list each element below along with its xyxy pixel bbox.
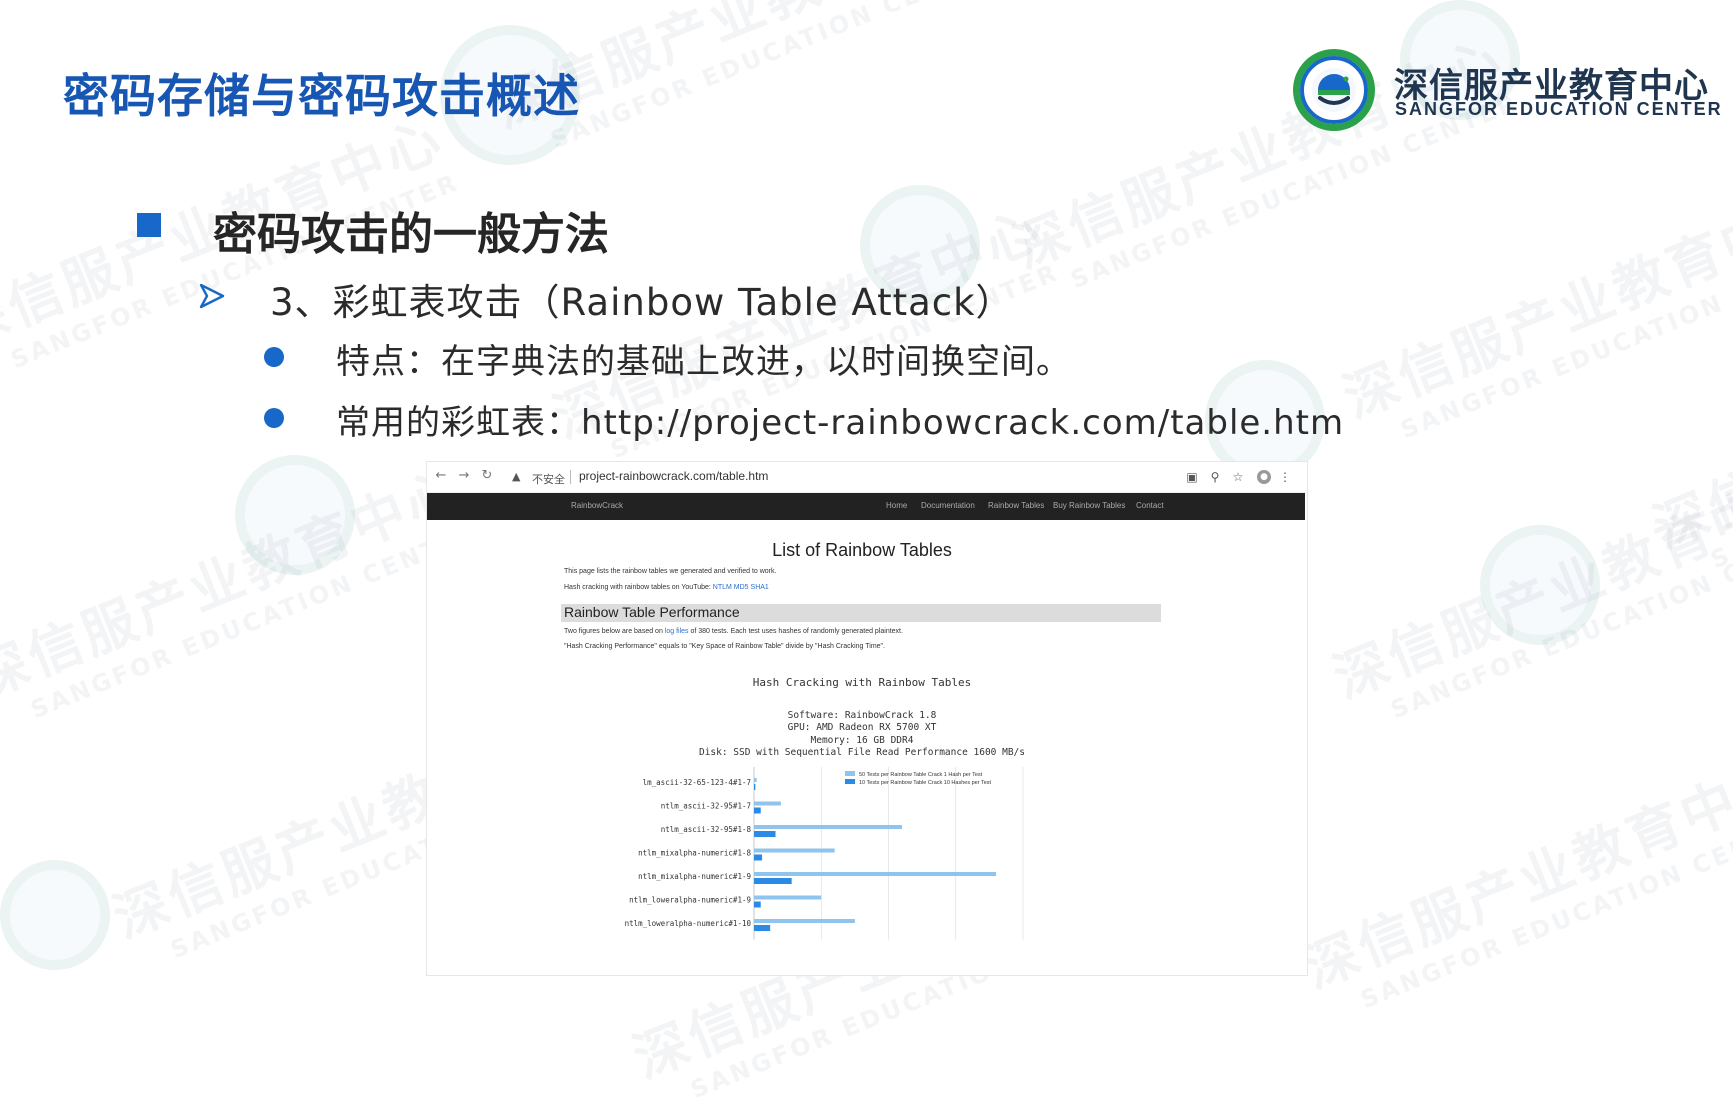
watermark-text: 深信服产业教育中心SANGFOR EDUCATION CENTER bbox=[1334, 176, 1733, 445]
nav-link-home[interactable]: Home bbox=[886, 501, 907, 510]
page-heading: List of Rainbow Tables bbox=[772, 540, 952, 560]
star-icon[interactable]: ☆ bbox=[1231, 470, 1245, 484]
menu-icon[interactable]: ⋮ bbox=[1278, 470, 1292, 484]
chart-spec-disk: Disk: SSD with Sequential File Read Perf… bbox=[698, 747, 1025, 758]
watermark-text: 深信服产业教育中心SANGFOR EDUCATION CENTER bbox=[0, 456, 484, 725]
chart-category-label: ntlm_loweralpha-numeric#1-9 bbox=[629, 896, 751, 905]
forward-icon[interactable]: → bbox=[456, 468, 472, 484]
address-separator bbox=[570, 470, 571, 484]
chart-bar bbox=[754, 919, 855, 923]
url-input[interactable]: project-rainbowcrack.com/table.htm bbox=[579, 469, 768, 483]
perf-definition: "Hash Cracking Performance" equals to "K… bbox=[564, 643, 885, 650]
performance-chart: lm_ascii-32-65-123-4#1-7 ntlm_ascii-32-95… bbox=[625, 767, 1024, 940]
chart-bar bbox=[754, 872, 997, 876]
bullet-dot bbox=[264, 347, 284, 367]
legend-label: 50 Tests per Rainbow Table Crack 1 Hash … bbox=[859, 772, 983, 778]
site-brand[interactable]: RainbowCrack bbox=[571, 501, 623, 510]
slide-title: 密码存储与密码攻击概述 bbox=[63, 69, 580, 123]
section-heading: 密码攻击的一般方法 bbox=[213, 209, 609, 260]
chart-bar bbox=[754, 925, 771, 931]
zoom-icon[interactable]: ⚲ bbox=[1208, 470, 1222, 484]
log-files-link[interactable]: log files bbox=[665, 628, 689, 635]
nav-link-buy-rainbow-tables[interactable]: Buy Rainbow Tables bbox=[1053, 501, 1125, 510]
chart-category-label: ntlm_mixalpha-numeric#1-8 bbox=[638, 849, 751, 858]
section-heading-performance: Rainbow Table Performance bbox=[564, 604, 740, 620]
chart-category-label: ntlm_loweralpha-numeric#1-10 bbox=[625, 919, 752, 928]
bullet-dot bbox=[264, 408, 284, 428]
insecure-label[interactable]: 不安全 bbox=[532, 471, 565, 487]
translate-icon[interactable]: ▣ bbox=[1185, 470, 1199, 484]
youtube-prefix: Hash cracking with rainbow tables on You… bbox=[564, 584, 711, 591]
legend-swatch bbox=[845, 771, 855, 776]
watermark-text: 深信服产业教育中心SANGFOR EDUCATION CENTER bbox=[1644, 306, 1733, 575]
chart-bar bbox=[754, 878, 792, 884]
chart-bar bbox=[754, 784, 756, 790]
reload-icon[interactable]: ↻ bbox=[479, 468, 495, 484]
youtube-links[interactable]: NTLM MD5 SHA1 bbox=[713, 584, 769, 591]
sub-heading: 3、彩虹表攻击（Rainbow Table Attack） bbox=[270, 281, 1014, 324]
perf-suffix: of 380 tests. Each test uses hashes of r… bbox=[690, 628, 903, 635]
nav-link-rainbow-tables[interactable]: Rainbow Tables bbox=[988, 501, 1044, 510]
logo-name-en: SANGFOR EDUCATION CENTER bbox=[1395, 99, 1723, 119]
watermark-text: 深信服产业教育中心SANGFOR EDUCATION CENTER bbox=[1324, 456, 1733, 725]
chart-bar bbox=[754, 778, 757, 782]
watermark-text: 深信服产业教育中心SANGFOR EDUCATION CENTER bbox=[1294, 746, 1733, 1015]
sangfor-badge-icon bbox=[1293, 49, 1375, 131]
browser-address-bar: ← → ↻ ▲ 不安全 project-rainbowcrack.com/tab… bbox=[427, 462, 1307, 493]
chart-bar bbox=[754, 895, 822, 900]
legend-swatch bbox=[845, 779, 855, 784]
chart-title: Hash Cracking with Rainbow Tables bbox=[752, 676, 972, 689]
perf-note: Two figures below are based on log files… bbox=[564, 628, 903, 635]
chart-bar bbox=[754, 848, 835, 853]
watermark-logo-icon bbox=[1480, 525, 1600, 645]
chart-spec-gpu: GPU: AMD Radeon RX 5700 XT bbox=[787, 722, 937, 733]
chart-bar bbox=[754, 807, 761, 814]
intro-text: This page lists the rainbow tables we ge… bbox=[564, 568, 777, 575]
legend-label: 10 Tests per Rainbow Table Crack 10 Hash… bbox=[859, 780, 992, 786]
perf-prefix: Two figures below are based on bbox=[564, 628, 663, 635]
chart-spec-memory: Memory: 16 GB DDR4 bbox=[810, 735, 914, 746]
youtube-text: Hash cracking with rainbow tables on You… bbox=[564, 584, 769, 591]
chart-category-label: ntlm_mixalpha-numeric#1-9 bbox=[638, 872, 751, 881]
warning-icon[interactable]: ▲ bbox=[512, 470, 520, 483]
chart-category-label: lm_ascii-32-65-123-4#1-7 bbox=[643, 778, 751, 787]
chart-bar bbox=[754, 854, 763, 861]
site-navbar: RainbowCrack Home Documentation Rainbow … bbox=[427, 493, 1305, 520]
arrow-bullet-icon bbox=[199, 283, 225, 309]
nav-link-contact[interactable]: Contact bbox=[1136, 501, 1164, 510]
nav-link-documentation[interactable]: Documentation bbox=[921, 501, 975, 510]
profile-icon[interactable]: ● bbox=[1257, 470, 1271, 484]
watermark-logo-icon bbox=[0, 860, 110, 970]
bullet-text-features: 特点：在字典法的基础上改进，以时间换空间。 bbox=[336, 342, 1071, 382]
back-icon[interactable]: ← bbox=[433, 468, 449, 484]
bullet-text-rainbow-url: 常用的彩虹表：http://project-rainbowcrack.com/t… bbox=[336, 403, 1345, 443]
browser-screenshot: ← → ↻ ▲ 不安全 project-rainbowcrack.com/tab… bbox=[427, 462, 1307, 975]
chart-bar bbox=[754, 801, 781, 806]
chart-bar bbox=[754, 901, 761, 908]
chart-category-label: ntlm_ascii-32-95#1-7 bbox=[661, 802, 751, 811]
watermark-logo-icon bbox=[235, 455, 355, 575]
section-bullet-square bbox=[137, 213, 161, 237]
chart-bar bbox=[754, 831, 776, 837]
chart-spec-software: Software: RainbowCrack 1.8 bbox=[787, 710, 937, 721]
chart-category-label: ntlm_ascii-32-95#1-8 bbox=[661, 825, 752, 834]
chart-bar bbox=[754, 825, 902, 829]
